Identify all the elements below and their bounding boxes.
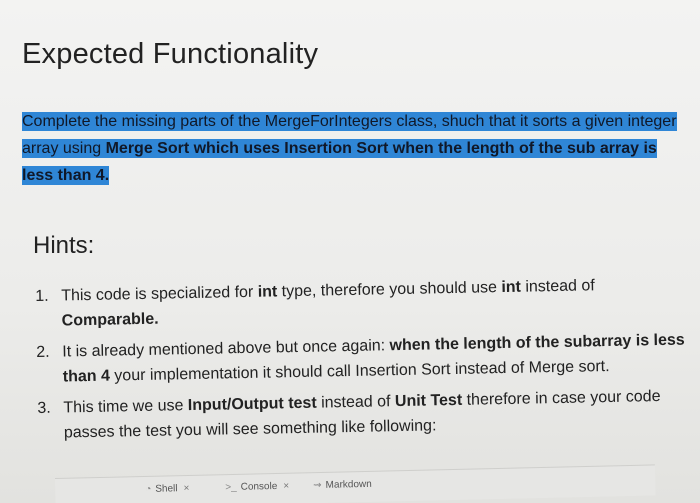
- markdown-icon: ⇝: [313, 479, 322, 492]
- close-icon[interactable]: ×: [283, 481, 289, 492]
- console-tab-bar: ◔ Shell × >_ Console × ⇝ Markdown: [55, 464, 656, 503]
- page-title: Expected Functionality: [22, 38, 319, 70]
- selected-text-highlight[interactable]: Complete the missing parts of the MergeF…: [22, 112, 677, 185]
- hint-bold-text: Comparable.: [61, 310, 159, 330]
- intro-paragraph[interactable]: Complete the missing parts of the MergeF…: [22, 108, 682, 189]
- hint-text: type, therefore you should use: [277, 279, 502, 301]
- hint-number: 3.: [37, 399, 51, 417]
- hint-item-1: 1. This code is specialized for int type…: [35, 271, 696, 334]
- hint-number: 1.: [35, 287, 49, 305]
- hint-text: your implementation it should call Inser…: [109, 357, 610, 385]
- hint-text: It is already mentioned above but once a…: [62, 337, 390, 361]
- hints-heading: Hints:: [33, 232, 95, 259]
- hint-bold-text: int: [501, 278, 522, 297]
- hint-item-3: 3. This time we use Input/Output test in…: [37, 383, 698, 446]
- tab-markdown[interactable]: ⇝ Markdown: [313, 479, 372, 491]
- hint-text: This time we use: [63, 397, 189, 417]
- hint-text: instead of: [520, 277, 595, 296]
- tab-label: Shell: [155, 483, 178, 495]
- hints-list: 1. This code is specialized for int type…: [35, 271, 698, 452]
- tab-console[interactable]: >_ Console ×: [225, 481, 289, 493]
- intro-bold-text: Merge Sort which uses Insertion Sort whe…: [22, 140, 657, 184]
- hint-bold-text: int: [257, 283, 278, 301]
- hint-bold-text: Input/Output test: [187, 394, 317, 415]
- console-icon: >_: [225, 481, 237, 494]
- tab-label: Console: [240, 480, 278, 493]
- tab-shell[interactable]: ◔ Shell ×: [145, 483, 189, 495]
- hint-text: This code is specialized for: [61, 283, 258, 305]
- shell-icon: ◔: [145, 483, 152, 495]
- document-page: Expected Functionality Complete the miss…: [0, 0, 700, 503]
- close-icon[interactable]: ×: [183, 483, 189, 494]
- hint-item-2: 2. It is already mentioned above but onc…: [36, 327, 697, 390]
- hint-bold-text: Unit Test: [394, 391, 463, 411]
- hint-text: instead of: [316, 393, 396, 412]
- tab-label: Markdown: [325, 478, 372, 491]
- hint-number: 2.: [36, 343, 50, 361]
